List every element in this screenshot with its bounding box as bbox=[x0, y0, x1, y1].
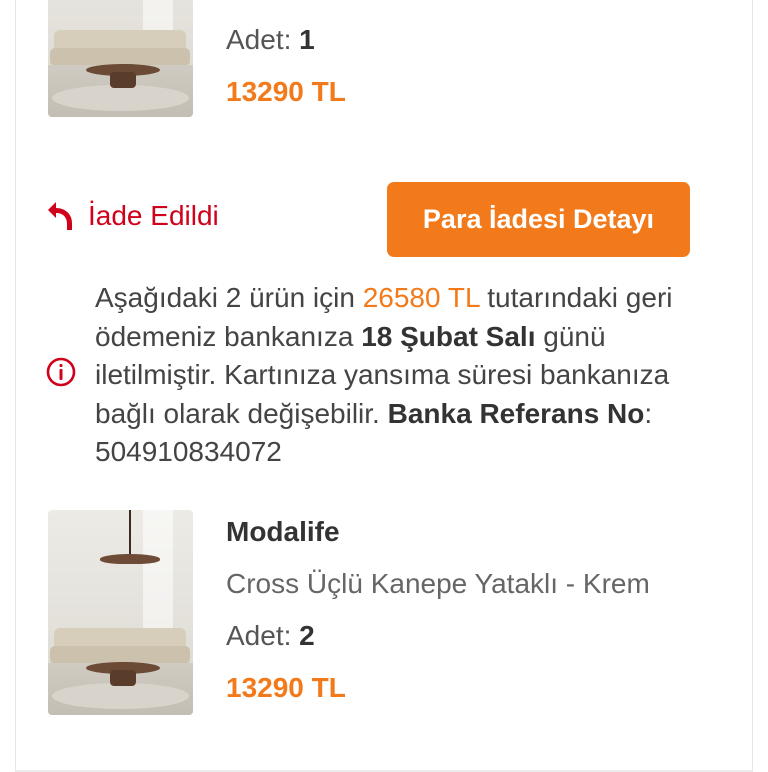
return-arrow-icon bbox=[48, 202, 72, 230]
refund-status: İade Edildi bbox=[46, 200, 219, 232]
product-image[interactable] bbox=[48, 510, 193, 715]
info-circle-icon bbox=[46, 357, 76, 387]
refund-amount: 26580 TL bbox=[362, 282, 480, 313]
refund-detail-button[interactable]: Para İadesi Detayı bbox=[387, 182, 690, 257]
price: 13290 TL bbox=[226, 672, 346, 703]
bank-reference-number: 504910834072 bbox=[95, 436, 282, 467]
refund-status-label: İade Edildi bbox=[88, 200, 219, 231]
product-brand[interactable]: Modalife bbox=[226, 516, 340, 548]
quantity: Adet: 2 bbox=[226, 620, 315, 651]
refund-info-message: Aşağıdaki 2 ürün için 26580 TL tutarında… bbox=[95, 282, 673, 467]
quantity: Adet: 1 bbox=[226, 24, 315, 55]
price: 13290 TL bbox=[226, 76, 346, 107]
bank-reference-label: Banka Referans No bbox=[387, 397, 645, 429]
product-name[interactable]: Cross Üçlü Kanepe Yataklı - Krem bbox=[226, 568, 650, 600]
product-image[interactable] bbox=[48, 0, 193, 117]
refund-date: 18 Şubat Salı bbox=[361, 320, 536, 352]
